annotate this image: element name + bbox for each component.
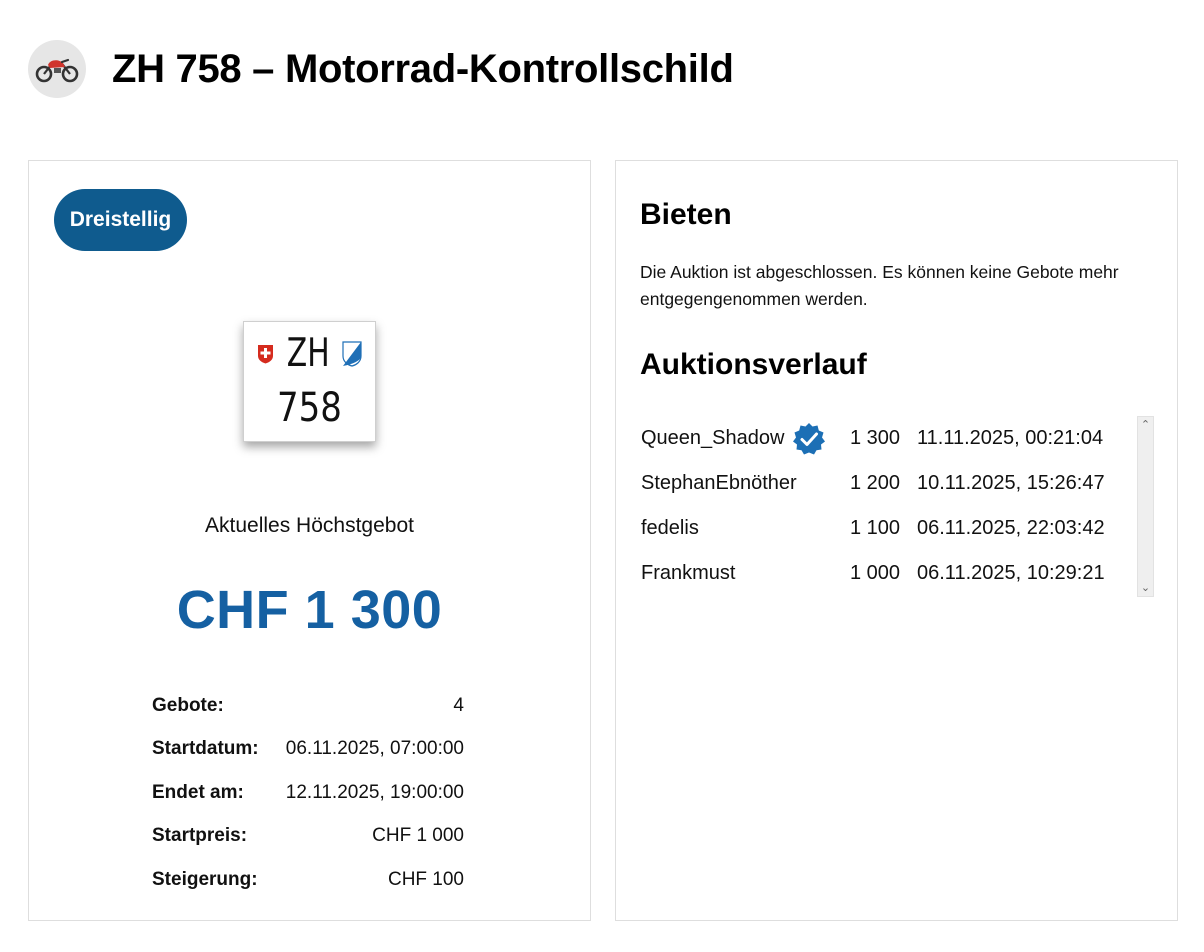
detail-value: 4: [453, 694, 464, 716]
detail-value: CHF 1 000: [372, 825, 464, 847]
list-item: Frankmust 1 000 06.11.2025, 10:29:21: [641, 551, 1131, 596]
bid-timestamp: 06.11.2025, 22:03:42: [917, 517, 1105, 539]
bidder-name: StephanEbnöther: [641, 472, 797, 494]
detail-label: Startdatum:: [152, 738, 259, 760]
swiss-flag-icon: [257, 344, 273, 363]
list-item: Queen_Shadow 1 300 11.11.2025, 00:21:04: [641, 416, 1131, 461]
bid-amount: 1 300: [850, 427, 901, 449]
auction-details: Gebote: 4 Startdatum: 06.11.2025, 07:00:…: [152, 684, 464, 902]
listing-card: Dreistellig ZH 758 Aktuelles Höchstgebot…: [28, 160, 591, 921]
detail-value: 06.11.2025, 07:00:00: [285, 738, 464, 760]
detail-value: CHF 100: [387, 868, 464, 890]
current-bid-label: Aktuelles Höchstgebot: [205, 514, 414, 537]
detail-label: Endet am:: [152, 781, 244, 803]
page-title: ZH 758 – Motorrad-Kontrollschild: [112, 46, 734, 91]
category-badge[interactable]: Dreistellig: [54, 189, 187, 251]
chevron-down-icon[interactable]: ⌄: [1138, 582, 1153, 594]
current-bid-value: CHF 1 300: [176, 580, 443, 640]
auction-history-list[interactable]: Queen_Shadow 1 300 11.11.2025, 00:21:04 …: [641, 416, 1131, 596]
plate-canton: ZH: [286, 331, 330, 376]
bid-amount: 1 000: [850, 562, 901, 584]
list-item: fedelis 1 100 06.11.2025, 22:03:42: [641, 506, 1131, 551]
history-scrollbar[interactable]: ⌃ ⌄: [1137, 416, 1154, 597]
bid-timestamp: 10.11.2025, 15:26:47: [917, 472, 1105, 494]
bidding-title: Bieten: [640, 198, 732, 231]
auction-closed-notice: Die Auktion ist abgeschlossen. Es können…: [640, 262, 1119, 309]
detail-row-increment: Steigerung: CHF 100: [152, 858, 464, 902]
zurich-shield-icon: [342, 340, 362, 367]
page-header: ZH 758 – Motorrad-Kontrollschild: [28, 34, 734, 104]
detail-row-start-date: Startdatum: 06.11.2025, 07:00:00: [152, 728, 464, 772]
bid-timestamp: 06.11.2025, 10:29:21: [917, 562, 1105, 584]
detail-row-start-price: Startpreis: CHF 1 000: [152, 815, 464, 859]
list-item: StephanEbnöther 1 200 10.11.2025, 15:26:…: [641, 461, 1131, 506]
bid-amount: 1 100: [850, 517, 901, 539]
motorcycle-icon: [28, 40, 86, 98]
bid-timestamp: 11.11.2025, 00:21:04: [917, 427, 1104, 449]
detail-label: Startpreis:: [152, 825, 248, 847]
bidder-name: Frankmust: [641, 562, 736, 584]
bid-amount: 1 200: [850, 472, 901, 494]
verified-badge-icon: [793, 422, 826, 454]
detail-value: 12.11.2025, 19:00:00: [285, 781, 464, 803]
chevron-up-icon[interactable]: ⌃: [1138, 419, 1153, 431]
bidder-name: fedelis: [641, 517, 699, 539]
bidding-card: Bieten Die Auktion ist abgeschlossen. Es…: [615, 160, 1178, 921]
bidder-name: Queen_Shadow: [641, 427, 785, 449]
detail-row-bids: Gebote: 4: [152, 684, 464, 728]
detail-label: Steigerung:: [152, 868, 258, 890]
license-plate: ZH 758: [243, 321, 376, 442]
detail-row-end-date: Endet am: 12.11.2025, 19:00:00: [152, 771, 464, 815]
plate-number: 758: [277, 385, 342, 431]
auction-history-title: Auktionsverlauf: [640, 348, 867, 381]
detail-label: Gebote:: [152, 694, 224, 716]
